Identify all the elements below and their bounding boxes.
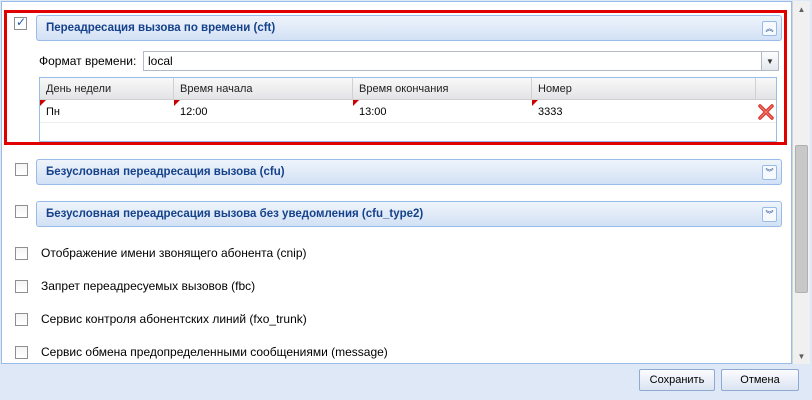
- scroll-up-icon[interactable]: ▲: [793, 1, 810, 17]
- cnip-label: Отображение имени звонящего абонента (cn…: [41, 246, 307, 260]
- cfu-type2-checkbox[interactable]: [15, 205, 28, 218]
- fxo-trunk-checkbox[interactable]: [15, 313, 28, 326]
- message-checkbox[interactable]: [15, 346, 28, 359]
- expand-icon[interactable]: ︾: [762, 165, 777, 180]
- expand-icon[interactable]: ︾: [762, 207, 777, 222]
- cfu-panel-title: Безусловная переадресация вызова (cfu): [46, 166, 285, 178]
- save-button[interactable]: Сохранить: [639, 369, 715, 391]
- vertical-scrollbar[interactable]: ▲ ▼: [792, 1, 810, 364]
- services-window: ✓ Переадресация вызова по времени (cft) …: [0, 0, 812, 400]
- message-label: Сервис обмена предопределенными сообщени…: [41, 345, 388, 359]
- cfu-panel-header[interactable]: Безусловная переадресация вызова (cfu) ︾: [36, 159, 782, 185]
- fbc-label: Запрет переадресуемых вызовов (fbc): [41, 279, 256, 293]
- cancel-button[interactable]: Отмена: [721, 369, 799, 391]
- fxo-trunk-label: Сервис контроля абонентских линий (fxo_t…: [41, 312, 307, 326]
- cfu-checkbox[interactable]: [15, 163, 28, 176]
- scroll-thumb[interactable]: [795, 145, 808, 293]
- highlight-box: [4, 10, 787, 145]
- fbc-checkbox[interactable]: [15, 280, 28, 293]
- cnip-checkbox[interactable]: [15, 247, 28, 260]
- cfu-type2-panel-title: Безусловная переадресация вызова без уве…: [46, 208, 424, 220]
- cfu-type2-panel-header[interactable]: Безусловная переадресация вызова без уве…: [36, 201, 782, 227]
- scroll-down-icon[interactable]: ▼: [793, 348, 810, 364]
